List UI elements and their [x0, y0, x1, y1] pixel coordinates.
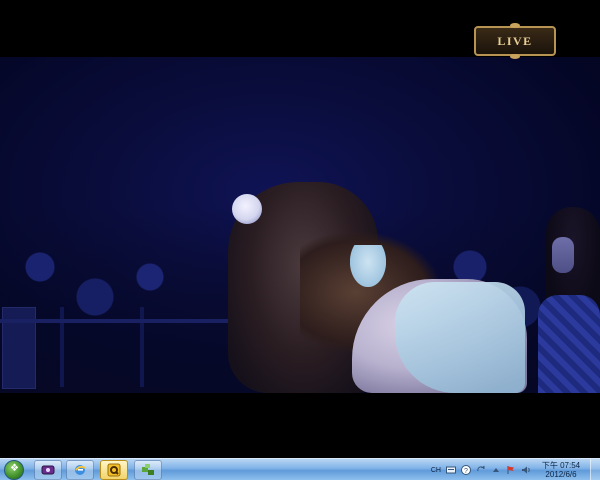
performer-dress [395, 282, 525, 393]
system-tray: CH ? 下午 07:54 2012/6/6 [431, 459, 600, 480]
sync-icon[interactable] [476, 465, 486, 475]
start-button[interactable]: ❖ [4, 460, 24, 480]
ie-icon [75, 465, 86, 475]
taskbar-app-internet-explorer[interactable] [66, 460, 94, 480]
keyboard-icon[interactable] [446, 465, 456, 475]
clock-time: 下午 07:54 [541, 461, 581, 470]
q-app-icon [107, 463, 121, 477]
taskbar: ❖ CH ? 下午 07:54 2012/6/6 [0, 458, 600, 480]
show-desktop-button[interactable] [590, 459, 600, 480]
side-performer-body [538, 295, 600, 393]
svg-text:?: ? [464, 468, 468, 475]
live-badge: LIVE [474, 23, 556, 59]
desktop-background: LIVE [0, 0, 600, 458]
language-indicator[interactable]: CH [431, 467, 441, 474]
side-performer-face [552, 237, 574, 273]
clock-date: 2012/6/6 [545, 470, 577, 479]
show-hidden-icons-icon[interactable] [491, 465, 501, 475]
taskbar-app-media-player[interactable] [34, 460, 62, 480]
stage-rail [0, 319, 230, 323]
hair-flower-accessory [232, 194, 262, 224]
taskbar-app-pplive[interactable] [100, 460, 128, 480]
taskbar-app-network[interactable] [134, 460, 162, 480]
tv-icon [41, 465, 55, 475]
help-icon[interactable]: ? [461, 465, 471, 475]
network-icon [142, 464, 154, 475]
side-performer [532, 207, 600, 393]
video-frame[interactable] [0, 57, 600, 393]
dress-bow [350, 245, 386, 287]
clock[interactable]: 下午 07:54 2012/6/6 [536, 459, 586, 480]
action-center-flag-icon[interactable] [506, 465, 516, 475]
volume-icon[interactable] [521, 465, 531, 475]
windows-logo-icon: ❖ [10, 463, 19, 474]
live-badge-text: LIVE [497, 33, 533, 48]
